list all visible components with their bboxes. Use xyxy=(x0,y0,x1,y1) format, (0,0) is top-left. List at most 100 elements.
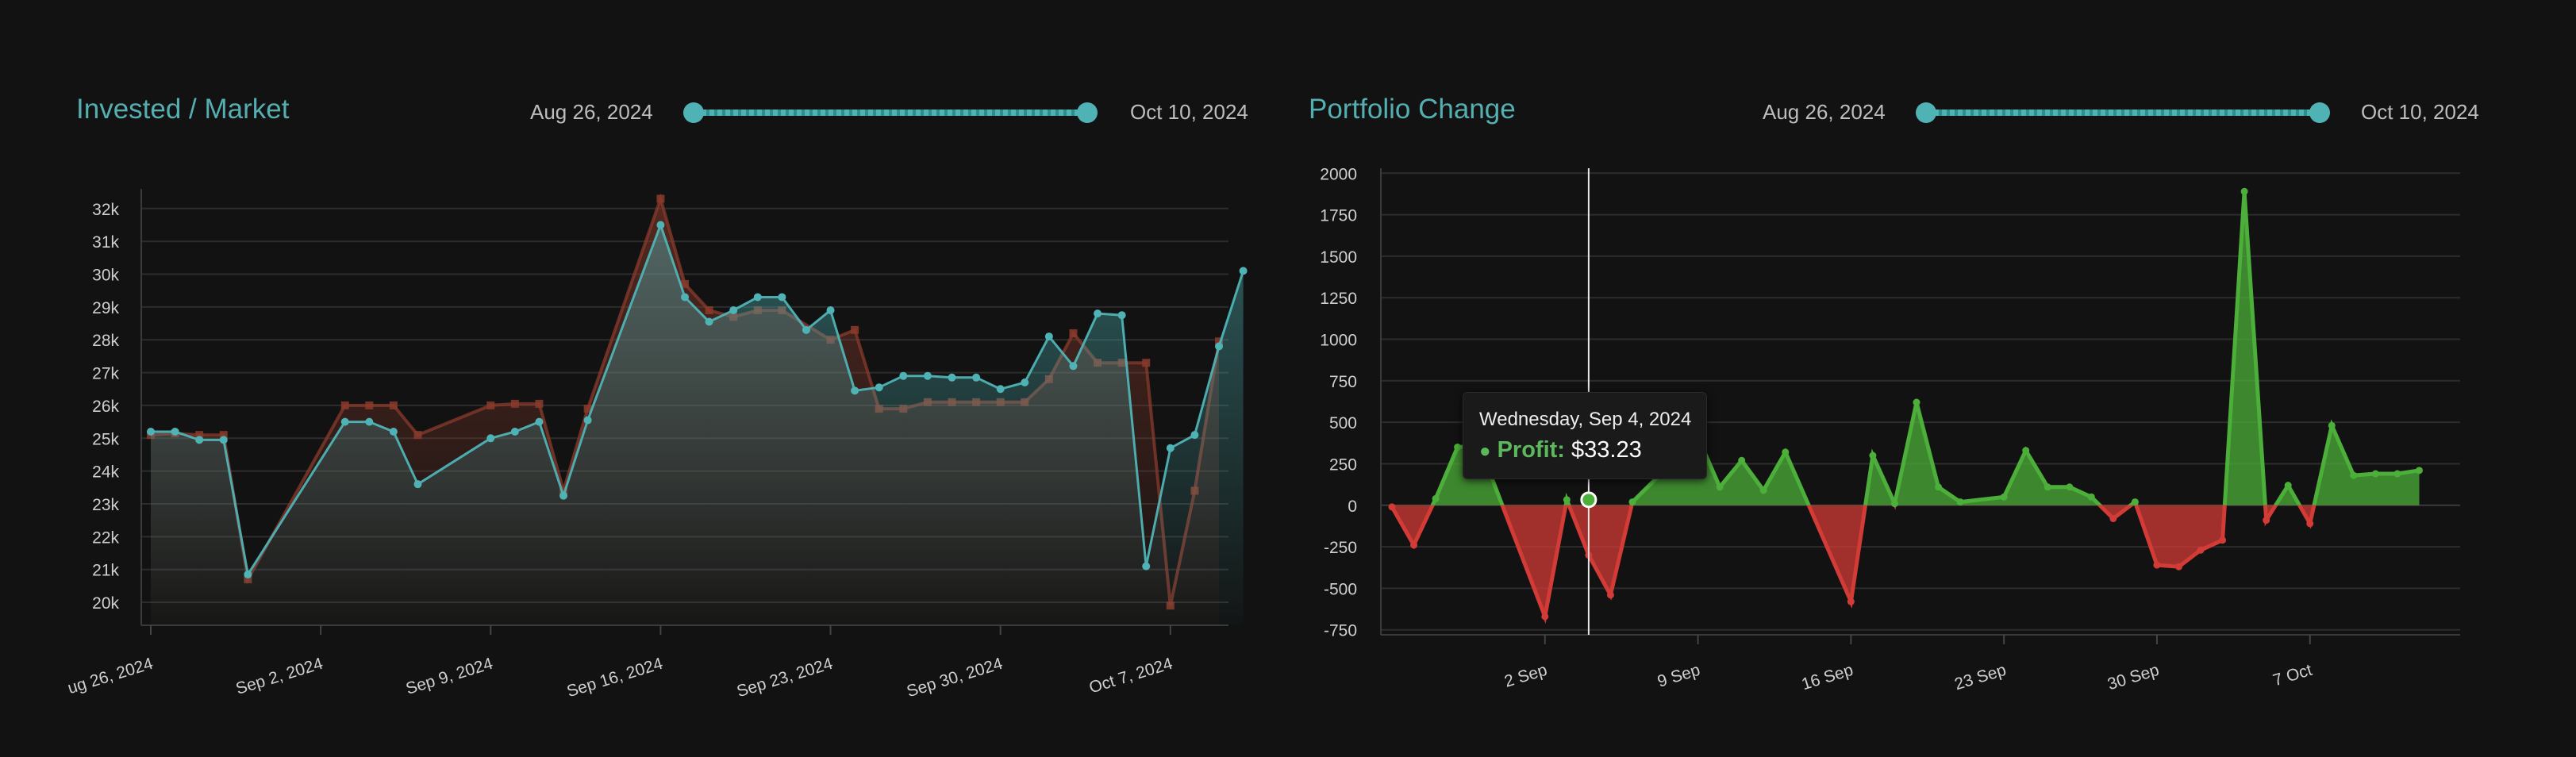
y-tick-label: 25k xyxy=(92,430,119,448)
x-tick-label: 23 Sep xyxy=(1952,661,2008,694)
market-point xyxy=(948,373,956,382)
invested-point xyxy=(365,401,374,409)
market-point xyxy=(851,386,859,395)
invested-point xyxy=(340,401,349,409)
market-point xyxy=(899,371,908,380)
y-tick-label: 250 xyxy=(1329,455,1357,474)
y-tick-label: 26k xyxy=(92,398,119,416)
y-tick-label: 27k xyxy=(92,365,119,383)
market-point xyxy=(171,428,179,436)
tooltip-date: Wednesday, Sep 4, 2024 xyxy=(1479,409,1692,430)
change-point xyxy=(2066,483,2074,491)
y-tick-label: 30k xyxy=(92,267,119,285)
market-point xyxy=(656,221,665,229)
y-tick-label: -500 xyxy=(1324,580,1357,598)
x-ticks: ug 26, 2024 Sep 2, 2024 Sep 9, 2024 Sep 16,… xyxy=(66,625,1175,701)
series-dot-icon: ● xyxy=(1479,440,1491,462)
market-point xyxy=(705,317,713,326)
invested-point xyxy=(1142,359,1151,367)
market-point xyxy=(753,293,762,302)
y-tick-label: 23k xyxy=(92,496,119,514)
market-point xyxy=(1215,342,1223,351)
change-point xyxy=(1782,448,1790,456)
market-point xyxy=(802,325,810,334)
x-tick-label: 30 Sep xyxy=(2105,661,2161,694)
change-point xyxy=(1847,598,1855,605)
y-tick-label: 750 xyxy=(1329,373,1357,391)
invested-point xyxy=(510,399,519,408)
market-point xyxy=(244,570,252,578)
market-point xyxy=(389,428,398,436)
x-tick-label: Sep 16, 2024 xyxy=(565,655,666,701)
market-point xyxy=(147,428,155,436)
market-point xyxy=(486,434,495,443)
change-point xyxy=(2415,467,2423,475)
y-tick-label: 2000 xyxy=(1320,165,1357,183)
change-point xyxy=(1738,456,1746,464)
change-point xyxy=(2175,563,2182,571)
market-point xyxy=(996,385,1005,394)
market-point xyxy=(1239,267,1248,275)
market-point xyxy=(195,436,204,444)
market-point xyxy=(875,383,883,392)
change-point xyxy=(1541,613,1549,621)
y-tick-label: 500 xyxy=(1329,414,1357,432)
chart-tooltip: Wednesday, Sep 4, 2024 ● Profit: $33.23 xyxy=(1463,392,1707,479)
x-ticks: 2 Sep 9 Sep 16 Sep 23 Sep 30 Sep 7 Oct xyxy=(1502,635,2314,694)
y-tick-label: 28k xyxy=(92,332,119,350)
market-point xyxy=(1044,332,1053,341)
change-point xyxy=(2043,483,2051,491)
portfolio-change-panel: Portfolio Change Aug 26, 2024 Oct 10, 20… xyxy=(1270,0,2576,757)
invested-market-chart[interactable]: 20k 21k 22k 23k 24k 25k 26k 27k 28k 29k 30k 31k 32k u… xyxy=(0,0,1270,757)
x-tick-label: 7 Oct xyxy=(2270,661,2314,690)
change-point xyxy=(1432,494,1440,502)
invested-market-panel: Invested / Market Aug 26, 2024 Oct 10, 2… xyxy=(0,0,1270,757)
change-point xyxy=(2153,561,2161,569)
x-tick-label: ug 26, 2024 xyxy=(66,655,156,698)
invested-point xyxy=(656,194,665,203)
y-tick-label: 1250 xyxy=(1320,290,1357,308)
change-point xyxy=(1628,498,1636,506)
market-point xyxy=(681,293,689,302)
change-point xyxy=(1935,483,1943,491)
change-point xyxy=(1759,486,1767,494)
tooltip-value: $33.23 xyxy=(1571,437,1642,463)
invested-point xyxy=(1069,329,1078,337)
y-tick-label: 24k xyxy=(92,463,119,482)
market-point xyxy=(583,416,592,425)
change-point xyxy=(2328,421,2336,429)
market-point xyxy=(1117,311,1126,320)
x-tick-label: 16 Sep xyxy=(1799,661,1855,694)
market-point xyxy=(413,480,422,489)
change-point xyxy=(1563,496,1571,504)
change-point xyxy=(2240,187,2248,195)
market-point xyxy=(1142,562,1151,571)
y-tick-label: 1000 xyxy=(1320,332,1357,350)
invested-point xyxy=(705,306,713,315)
change-point xyxy=(1890,500,1898,508)
change-point xyxy=(2393,470,2401,478)
invested-point xyxy=(486,401,495,409)
x-tick-label: 2 Sep xyxy=(1502,661,1549,691)
market-point xyxy=(826,306,835,315)
change-point xyxy=(2284,482,2292,490)
x-tick-label: 9 Sep xyxy=(1655,661,1702,691)
market-point xyxy=(559,491,568,500)
change-point xyxy=(1956,498,1964,506)
change-point xyxy=(2131,498,2139,506)
y-tick-label: 1750 xyxy=(1320,207,1357,225)
change-point xyxy=(2306,520,2314,528)
portfolio-change-chart[interactable]: -750 -500 -250 0 250 500 750 1000 1250 1500 1750 20… xyxy=(1270,0,2576,757)
market-point xyxy=(923,371,932,380)
x-tick-label: Sep 23, 2024 xyxy=(735,655,836,701)
market-point xyxy=(1021,378,1029,386)
invested-point xyxy=(389,401,398,409)
market-point xyxy=(972,373,981,382)
x-tick-label: Sep 30, 2024 xyxy=(905,655,1005,701)
market-point xyxy=(729,306,738,315)
change-point xyxy=(1454,444,1462,452)
market-point xyxy=(219,436,228,444)
y-tick-label: 22k xyxy=(92,528,119,547)
change-point xyxy=(2109,515,2117,523)
market-point xyxy=(1190,431,1199,440)
